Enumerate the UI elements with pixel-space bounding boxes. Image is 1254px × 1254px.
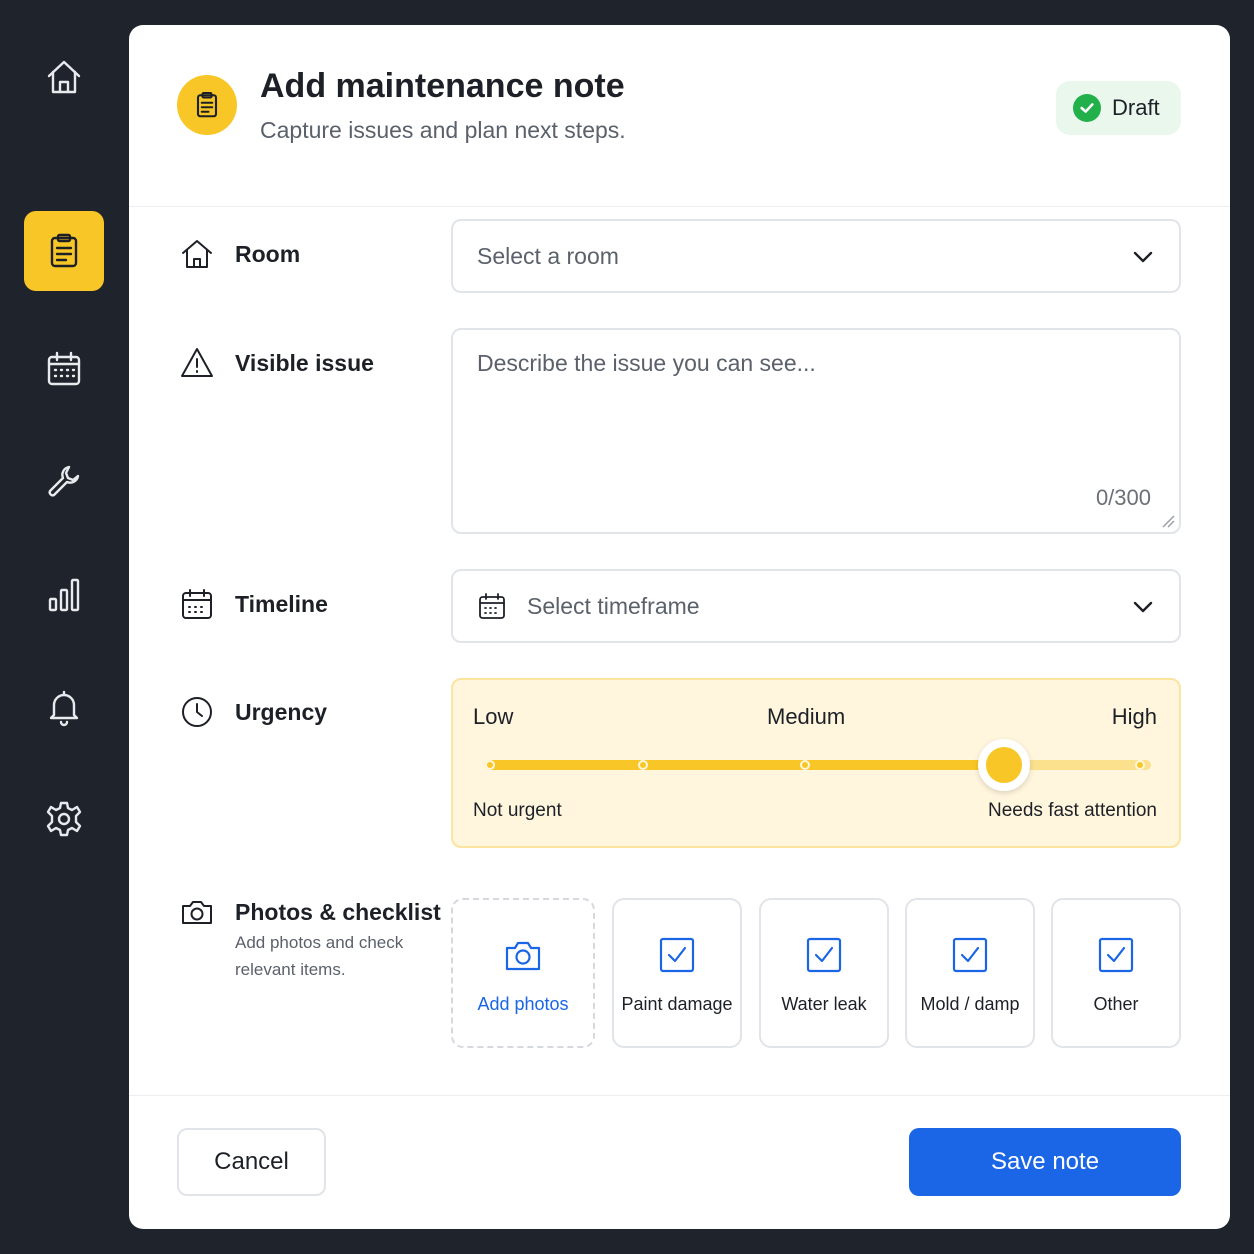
checklist-item[interactable]: Water leak	[759, 898, 889, 1048]
warning-icon	[179, 345, 215, 381]
issue-label-text: Visible issue	[235, 350, 374, 376]
checklist-item[interactable]: Paint damage	[612, 898, 742, 1048]
urgency-slider-track[interactable]	[485, 739, 1151, 791]
home-icon	[47, 60, 81, 94]
sidebar-item-notes[interactable]	[24, 211, 104, 291]
checklist-item[interactable]: Mold / damp	[905, 898, 1035, 1048]
app-window: Add maintenance note Capture issues and …	[0, 0, 1254, 1254]
issue-textarea-placeholder: Describe the issue you can see...	[477, 350, 816, 376]
calendar-icon	[477, 591, 507, 621]
sidebar-item-tools[interactable]	[24, 441, 104, 521]
status-badge-label: Draft	[1112, 95, 1160, 120]
camera-icon	[504, 936, 542, 974]
room-label: Room	[179, 236, 300, 272]
camera-icon	[179, 894, 215, 930]
dialog-footer: Cancel Save note	[129, 1095, 1230, 1229]
photos-description: Add photos and check relevant items.	[235, 933, 404, 979]
header-icon-badge	[177, 75, 237, 135]
urgency-label: Urgency	[179, 694, 327, 730]
page-title: Add maintenance note	[260, 67, 625, 105]
bar-chart-icon	[48, 578, 80, 612]
urgency-max-caption: Needs fast attention	[988, 800, 1157, 821]
checklist-item-label: Paint damage	[621, 994, 733, 1014]
check-circle-icon	[1073, 94, 1101, 122]
sidebar-item-reports[interactable]	[24, 555, 104, 635]
clipboard-icon	[196, 91, 218, 118]
urgency-slider-thumb[interactable]	[978, 739, 1030, 791]
urgency-slider-panel: Low Medium High Not urgent Needs fast at…	[451, 678, 1181, 848]
timeline-label-text: Timeline	[235, 591, 328, 617]
slider-stop	[1135, 760, 1145, 770]
save-note-button[interactable]: Save note	[909, 1128, 1181, 1196]
add-photos-button[interactable]: Add photos	[451, 898, 595, 1048]
checkbox-checked-icon	[1097, 936, 1135, 974]
resize-handle-icon[interactable]	[1161, 514, 1175, 528]
status-badge: Draft	[1056, 81, 1181, 135]
urgency-min-caption: Not urgent	[473, 800, 562, 821]
checklist-item-label: Water leak	[781, 994, 867, 1014]
room-select-placeholder: Select a room	[477, 242, 619, 269]
add-photos-label: Add photos	[477, 994, 569, 1014]
sidebar	[0, 0, 128, 1254]
character-counter: 0/300	[1095, 485, 1151, 510]
checklist-item[interactable]: Other	[1051, 898, 1181, 1048]
clipboard-icon	[50, 233, 78, 268]
checklist-item-label: Other	[1093, 994, 1139, 1014]
sidebar-item-settings[interactable]	[24, 779, 104, 859]
home-icon	[179, 236, 215, 272]
sidebar-item-home[interactable]	[24, 37, 104, 117]
bell-icon	[49, 690, 79, 727]
issue-label: Visible issue	[179, 345, 374, 381]
dialog-header: Add maintenance note Capture issues and …	[129, 25, 1230, 207]
sidebar-item-calendar[interactable]	[24, 329, 104, 409]
slider-stop	[638, 760, 648, 770]
page-subtitle: Capture issues and plan next steps.	[260, 117, 626, 143]
urgency-low-label: Low	[473, 704, 514, 729]
timeframe-select[interactable]: Select timeframe	[451, 569, 1181, 643]
room-label-text: Room	[235, 241, 301, 267]
slider-stop	[485, 760, 495, 770]
wrench-icon	[48, 465, 80, 497]
gear-icon	[46, 801, 82, 837]
urgency-high-label: High	[1111, 704, 1157, 729]
timeline-label: Timeline	[179, 586, 328, 622]
urgency-medium-label: Medium	[767, 704, 846, 729]
photos-label-text: Photos & checklist	[235, 899, 441, 925]
clock-icon	[179, 694, 215, 730]
calendar-icon	[179, 586, 215, 622]
checkbox-checked-icon	[951, 936, 989, 974]
cancel-button[interactable]: Cancel	[177, 1128, 326, 1196]
sidebar-item-notifications[interactable]	[24, 667, 104, 747]
slider-stop	[800, 760, 810, 770]
maintenance-note-dialog: Add maintenance note Capture issues and …	[129, 25, 1230, 1229]
checkbox-checked-icon	[658, 936, 696, 974]
checkbox-checked-icon	[805, 936, 843, 974]
chevron-down-icon	[1129, 243, 1157, 271]
issue-textarea[interactable]: Describe the issue you can see... 0/300	[451, 328, 1181, 534]
photos-label: Photos & checklist	[179, 894, 441, 930]
urgency-slider-fill	[485, 760, 1004, 770]
room-select[interactable]: Select a room	[451, 219, 1181, 293]
checklist-item-label: Mold / damp	[920, 994, 1020, 1014]
timeframe-select-placeholder: Select timeframe	[527, 592, 700, 619]
urgency-label-text: Urgency	[235, 699, 328, 725]
calendar-icon	[47, 351, 81, 386]
chevron-down-icon	[1129, 593, 1157, 621]
